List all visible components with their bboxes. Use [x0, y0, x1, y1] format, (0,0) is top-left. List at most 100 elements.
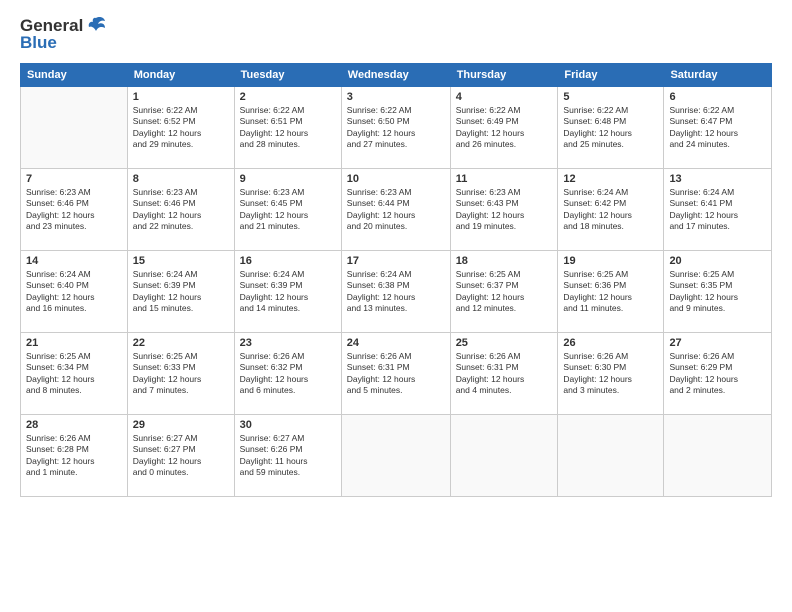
day-number: 24	[347, 337, 445, 349]
col-sunday: Sunday	[21, 63, 128, 86]
day-number: 8	[133, 173, 229, 185]
calendar-cell: 22 Sunrise: 6:25 AM Sunset: 6:33 PM Dayli…	[127, 332, 234, 414]
day-number: 6	[669, 91, 766, 103]
logo: General Blue	[20, 16, 107, 53]
calendar-cell: 5 Sunrise: 6:22 AM Sunset: 6:48 PM Daylig…	[558, 86, 664, 168]
day-number: 26	[563, 337, 658, 349]
day-number: 22	[133, 337, 229, 349]
day-number: 21	[26, 337, 122, 349]
day-number: 15	[133, 255, 229, 267]
col-thursday: Thursday	[450, 63, 558, 86]
day-info: Sunrise: 6:25 AM Sunset: 6:35 PM Dayligh…	[669, 269, 766, 315]
calendar-cell	[558, 414, 664, 496]
day-info: Sunrise: 6:27 AM Sunset: 6:27 PM Dayligh…	[133, 433, 229, 479]
day-number: 28	[26, 419, 122, 431]
calendar-cell: 15 Sunrise: 6:24 AM Sunset: 6:39 PM Dayli…	[127, 250, 234, 332]
col-monday: Monday	[127, 63, 234, 86]
day-info: Sunrise: 6:23 AM Sunset: 6:46 PM Dayligh…	[133, 187, 229, 233]
calendar-cell: 27 Sunrise: 6:26 AM Sunset: 6:29 PM Dayli…	[664, 332, 772, 414]
calendar-cell: 25Sunrise: 6:26 AM Sunset: 6:31 PM Dayli…	[450, 332, 558, 414]
calendar-cell: 29 Sunrise: 6:27 AM Sunset: 6:27 PM Dayli…	[127, 414, 234, 496]
calendar-cell: 30Sunrise: 6:27 AM Sunset: 6:26 PM Dayli…	[234, 414, 341, 496]
day-info: Sunrise: 6:24 AM Sunset: 6:41 PM Dayligh…	[669, 187, 766, 233]
day-number: 9	[240, 173, 336, 185]
calendar-week-row-3: 21 Sunrise: 6:25 AM Sunset: 6:34 PM Dayli…	[21, 332, 772, 414]
calendar-cell: 26 Sunrise: 6:26 AM Sunset: 6:30 PM Dayli…	[558, 332, 664, 414]
day-info: Sunrise: 6:23 AM Sunset: 6:43 PM Dayligh…	[456, 187, 553, 233]
calendar-cell: 8 Sunrise: 6:23 AM Sunset: 6:46 PM Daylig…	[127, 168, 234, 250]
calendar-cell: 24 Sunrise: 6:26 AM Sunset: 6:31 PM Dayli…	[341, 332, 450, 414]
day-number: 12	[563, 173, 658, 185]
day-info: Sunrise: 6:25 AM Sunset: 6:34 PM Dayligh…	[26, 351, 122, 397]
calendar-cell: 2 Sunrise: 6:22 AM Sunset: 6:51 PM Daylig…	[234, 86, 341, 168]
calendar-table: Sunday Monday Tuesday Wednesday Thursday…	[20, 63, 772, 497]
calendar-header-row: Sunday Monday Tuesday Wednesday Thursday…	[21, 63, 772, 86]
day-info: Sunrise: 6:26 AM Sunset: 6:31 PM Dayligh…	[347, 351, 445, 397]
calendar-cell: 19 Sunrise: 6:25 AM Sunset: 6:36 PM Dayli…	[558, 250, 664, 332]
day-info: Sunrise: 6:23 AM Sunset: 6:45 PM Dayligh…	[240, 187, 336, 233]
day-info: Sunrise: 6:22 AM Sunset: 6:47 PM Dayligh…	[669, 105, 766, 151]
col-wednesday: Wednesday	[341, 63, 450, 86]
day-info: Sunrise: 6:26 AM Sunset: 6:31 PM Dayligh…	[456, 351, 553, 397]
day-info: Sunrise: 6:24 AM Sunset: 6:42 PM Dayligh…	[563, 187, 658, 233]
day-info: Sunrise: 6:25 AM Sunset: 6:33 PM Dayligh…	[133, 351, 229, 397]
header: General Blue	[20, 16, 772, 53]
day-number: 19	[563, 255, 658, 267]
day-info: Sunrise: 6:24 AM Sunset: 6:39 PM Dayligh…	[133, 269, 229, 315]
day-number: 3	[347, 91, 445, 103]
calendar-cell: 1 Sunrise: 6:22 AM Sunset: 6:52 PM Daylig…	[127, 86, 234, 168]
day-info: Sunrise: 6:23 AM Sunset: 6:44 PM Dayligh…	[347, 187, 445, 233]
day-number: 4	[456, 91, 553, 103]
day-info: Sunrise: 6:22 AM Sunset: 6:50 PM Dayligh…	[347, 105, 445, 151]
day-number: 17	[347, 255, 445, 267]
day-number: 20	[669, 255, 766, 267]
calendar-cell: 7Sunrise: 6:23 AM Sunset: 6:46 PM Daylig…	[21, 168, 128, 250]
calendar-cell: 14Sunrise: 6:24 AM Sunset: 6:40 PM Dayli…	[21, 250, 128, 332]
col-friday: Friday	[558, 63, 664, 86]
calendar-cell: 23 Sunrise: 6:26 AM Sunset: 6:32 PM Dayli…	[234, 332, 341, 414]
day-info: Sunrise: 6:26 AM Sunset: 6:32 PM Dayligh…	[240, 351, 336, 397]
page: General Blue Sunday Monday Tuesday Wedne…	[0, 0, 792, 612]
day-number: 1	[133, 91, 229, 103]
calendar-cell	[664, 414, 772, 496]
calendar-cell: 11 Sunrise: 6:23 AM Sunset: 6:43 PM Dayli…	[450, 168, 558, 250]
calendar-cell: 10Sunrise: 6:23 AM Sunset: 6:44 PM Dayli…	[341, 168, 450, 250]
bird-icon	[85, 16, 107, 36]
calendar-cell	[450, 414, 558, 496]
day-info: Sunrise: 6:25 AM Sunset: 6:36 PM Dayligh…	[563, 269, 658, 315]
calendar-cell: 3 Sunrise: 6:22 AM Sunset: 6:50 PM Daylig…	[341, 86, 450, 168]
day-number: 29	[133, 419, 229, 431]
day-number: 5	[563, 91, 658, 103]
calendar-week-row-1: 7Sunrise: 6:23 AM Sunset: 6:46 PM Daylig…	[21, 168, 772, 250]
day-number: 11	[456, 173, 553, 185]
day-number: 23	[240, 337, 336, 349]
calendar-cell: 17 Sunrise: 6:24 AM Sunset: 6:38 PM Dayli…	[341, 250, 450, 332]
day-info: Sunrise: 6:22 AM Sunset: 6:51 PM Dayligh…	[240, 105, 336, 151]
calendar-cell: 4Sunrise: 6:22 AM Sunset: 6:49 PM Daylig…	[450, 86, 558, 168]
col-tuesday: Tuesday	[234, 63, 341, 86]
calendar-cell	[21, 86, 128, 168]
col-saturday: Saturday	[664, 63, 772, 86]
calendar-cell: 28 Sunrise: 6:26 AM Sunset: 6:28 PM Dayli…	[21, 414, 128, 496]
calendar-cell: 16Sunrise: 6:24 AM Sunset: 6:39 PM Dayli…	[234, 250, 341, 332]
day-number: 27	[669, 337, 766, 349]
calendar-cell: 13 Sunrise: 6:24 AM Sunset: 6:41 PM Dayli…	[664, 168, 772, 250]
calendar-cell: 20 Sunrise: 6:25 AM Sunset: 6:35 PM Dayli…	[664, 250, 772, 332]
calendar-week-row-0: 1 Sunrise: 6:22 AM Sunset: 6:52 PM Daylig…	[21, 86, 772, 168]
day-number: 2	[240, 91, 336, 103]
day-number: 14	[26, 255, 122, 267]
calendar-cell: 12 Sunrise: 6:24 AM Sunset: 6:42 PM Dayli…	[558, 168, 664, 250]
day-info: Sunrise: 6:22 AM Sunset: 6:52 PM Dayligh…	[133, 105, 229, 151]
day-info: Sunrise: 6:26 AM Sunset: 6:29 PM Dayligh…	[669, 351, 766, 397]
day-info: Sunrise: 6:26 AM Sunset: 6:30 PM Dayligh…	[563, 351, 658, 397]
day-info: Sunrise: 6:26 AM Sunset: 6:28 PM Dayligh…	[26, 433, 122, 479]
calendar-cell	[341, 414, 450, 496]
day-number: 13	[669, 173, 766, 185]
day-info: Sunrise: 6:24 AM Sunset: 6:39 PM Dayligh…	[240, 269, 336, 315]
calendar-cell: 9 Sunrise: 6:23 AM Sunset: 6:45 PM Daylig…	[234, 168, 341, 250]
calendar-week-row-2: 14Sunrise: 6:24 AM Sunset: 6:40 PM Dayli…	[21, 250, 772, 332]
day-info: Sunrise: 6:22 AM Sunset: 6:48 PM Dayligh…	[563, 105, 658, 151]
day-number: 30	[240, 419, 336, 431]
day-info: Sunrise: 6:24 AM Sunset: 6:38 PM Dayligh…	[347, 269, 445, 315]
calendar-cell: 18Sunrise: 6:25 AM Sunset: 6:37 PM Dayli…	[450, 250, 558, 332]
